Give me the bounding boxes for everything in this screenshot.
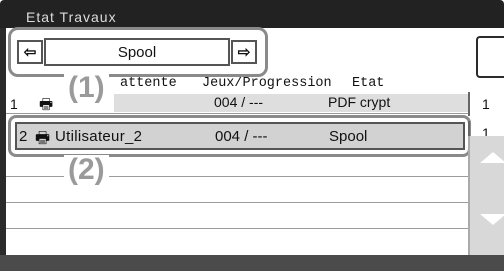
job-status-screen: Etat Travaux attente Jeux/Progression Et… xyxy=(0,0,504,271)
row-progress: 004 / --- xyxy=(215,128,268,145)
callout-label-1: (1) xyxy=(64,73,109,103)
row-number: 1 xyxy=(10,96,18,112)
row-number: 2 xyxy=(19,128,28,145)
table-row-selected[interactable]: 2 🖶 Utilisateur_2 004 / --- Spool xyxy=(15,122,465,150)
print-job-icon: 🖶 xyxy=(35,130,51,147)
row-status: PDF crypt xyxy=(328,94,391,110)
row-progress: 004 / --- xyxy=(214,94,264,110)
mode-selector-field[interactable]: Spool xyxy=(44,38,230,66)
bottom-bar xyxy=(0,255,504,271)
empty-row-divider xyxy=(6,228,468,229)
up-arrow-icon[interactable] xyxy=(480,152,504,163)
right-arrow-icon: ⇨ xyxy=(237,43,251,61)
empty-row-divider xyxy=(6,202,468,203)
mode-selector-callout: ⇦ Spool ⇨ xyxy=(8,27,268,77)
down-arrow-icon[interactable] xyxy=(480,214,504,225)
header-sets-progress: Jeux/Progression xyxy=(202,76,332,91)
row-status: Spool xyxy=(329,128,368,145)
next-mode-button[interactable]: ⇨ xyxy=(231,40,257,64)
row-highlight xyxy=(114,94,468,112)
row-count: 1 xyxy=(468,92,504,116)
callout-label-2: (2) xyxy=(64,155,109,185)
previous-mode-button[interactable]: ⇦ xyxy=(17,40,43,64)
left-arrow-icon: ⇦ xyxy=(23,43,37,61)
table-header: attente Jeux/Progression Etat xyxy=(120,76,470,92)
title-bar: Etat Travaux xyxy=(0,0,504,28)
print-job-icon: 🖶 xyxy=(39,96,54,113)
window-title: Etat Travaux xyxy=(26,9,117,25)
header-queue: attente xyxy=(120,76,177,91)
side-button[interactable] xyxy=(476,36,504,78)
header-status: Etat xyxy=(352,76,385,91)
left-border xyxy=(0,28,6,271)
selected-row-callout: 2 🖶 Utilisateur_2 004 / --- Spool xyxy=(8,115,471,157)
scroll-panel xyxy=(468,136,504,255)
row-user-name: Utilisateur_2 xyxy=(55,128,143,145)
